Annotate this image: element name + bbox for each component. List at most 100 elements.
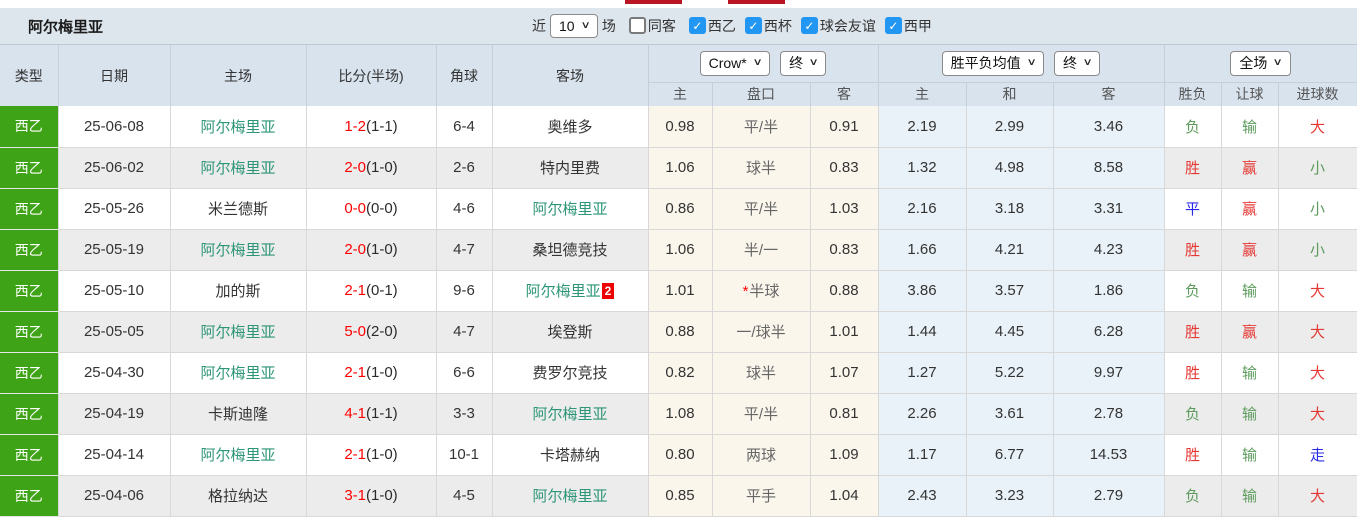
home-team-cell: 阿尔梅里亚 xyxy=(170,147,307,189)
handicap-cell: 平/半 xyxy=(712,106,811,148)
top-tab-indicator[interactable] xyxy=(625,0,682,4)
team-name[interactable]: 阿尔梅里亚 xyxy=(200,324,275,341)
result-value: 胜 xyxy=(1184,324,1200,341)
odds-time-select[interactable]: 终 ∨ xyxy=(780,50,827,76)
result-scope-value: 全场 xyxy=(1239,54,1268,71)
filter-group: 近 10 ∨ 场 同客 ✓ 西乙 ✓ 西杯 ✓ 球会友谊 ✓ 西甲 xyxy=(528,13,932,39)
header-date: 日期 xyxy=(58,45,171,106)
filter-checkbox-group: ✓ 西甲 xyxy=(884,16,932,36)
team-name[interactable]: 阿尔梅里亚 xyxy=(532,488,607,505)
handicap-cell: 平手 xyxy=(712,475,811,517)
handicap-cell: 平/半 xyxy=(712,188,811,230)
recent-count-select[interactable]: 10 ∨ xyxy=(550,13,598,39)
avg-home-cell: 2.26 xyxy=(878,393,967,435)
chevron-down-icon: ∨ xyxy=(808,57,819,69)
home-team-cell: 阿尔梅里亚 xyxy=(170,106,307,148)
avg-time-value: 终 xyxy=(1063,54,1077,71)
red-card-badge: 2 xyxy=(601,283,615,300)
team-name[interactable]: 阿尔梅里亚 xyxy=(200,447,275,464)
filter-checkboxes: 同客 ✓ 西乙 ✓ 西杯 ✓ 球会友谊 ✓ 西甲 xyxy=(620,16,932,36)
crow-home-odds-cell: 1.01 xyxy=(648,270,713,312)
avg-source-select[interactable]: 胜平负均值 ∨ xyxy=(941,50,1044,76)
top-tab-indicator[interactable] xyxy=(728,0,785,4)
crow-away-odds-cell: 0.88 xyxy=(810,270,879,312)
filter-bar: 阿尔梅里亚 近 10 ∨ 场 同客 ✓ 西乙 ✓ 西杯 ✓ 球会友谊 ✓ 西甲 xyxy=(0,8,1357,45)
home-team-cell: 加的斯 xyxy=(170,270,307,312)
score-cell: 2-0(1-0) xyxy=(306,147,437,189)
team-name: 格拉纳达 xyxy=(207,488,268,505)
halftime-score: (0-0) xyxy=(366,200,398,217)
avg-draw-cell: 4.45 xyxy=(966,311,1054,353)
fulltime-score: 5-0 xyxy=(344,323,366,340)
crow-away-odds-cell: 1.04 xyxy=(810,475,879,517)
halftime-score: (1-0) xyxy=(366,487,398,504)
avg-home-cell: 2.16 xyxy=(878,188,967,230)
filter-checkbox-label: 西杯 xyxy=(763,17,792,34)
team-name[interactable]: 阿尔梅里亚 xyxy=(200,119,275,136)
result-scope-select[interactable]: 全场 ∨ xyxy=(1230,50,1291,76)
halftime-score: (2-0) xyxy=(366,323,398,340)
home-team-cell: 阿尔梅里亚 xyxy=(170,229,307,271)
halftime-score: (1-0) xyxy=(366,446,398,463)
avg-time-select[interactable]: 终 ∨ xyxy=(1054,50,1101,76)
recent-label: 近 xyxy=(532,17,546,34)
team-name[interactable]: 阿尔梅里亚 xyxy=(532,201,607,218)
table-row: 西乙 25-05-10 加的斯 2-1(0-1) 9-6 阿尔梅里亚 2 1.01 *半球 0.8… xyxy=(0,270,1357,312)
team-name: 加的斯 xyxy=(215,283,261,300)
avg-away-cell: 3.31 xyxy=(1053,188,1165,230)
match-rows: 西乙 25-06-08 阿尔梅里亚 1-2(1-1) 6-4 奥维多 0.98 平/半 0.91… xyxy=(0,106,1357,517)
team-name[interactable]: 阿尔梅里亚 xyxy=(532,406,607,423)
checkbox-checked-icon[interactable]: ✓ xyxy=(884,17,902,35)
subheader-crow-away: 客 xyxy=(810,82,879,106)
handicap-result-cell: 赢 xyxy=(1221,188,1279,230)
odds-source-select[interactable]: Crow* ∨ xyxy=(699,50,771,76)
score-cell: 0-0(0-0) xyxy=(306,188,437,230)
filter-checkbox-label: 西乙 xyxy=(707,17,736,34)
team-name[interactable]: 阿尔梅里亚 xyxy=(200,365,275,382)
avg-draw-cell: 3.18 xyxy=(966,188,1054,230)
team-name: 米兰德斯 xyxy=(207,201,268,218)
wdl-result-cell: 胜 xyxy=(1164,311,1222,353)
result-value: 胜 xyxy=(1184,242,1200,259)
date-cell: 25-04-30 xyxy=(58,352,171,394)
checkbox-checked-icon[interactable]: ✓ xyxy=(800,17,818,35)
away-team-cell: 奥维多 xyxy=(492,106,649,148)
handicap-cell: 球半 xyxy=(712,147,811,189)
handicap-result-cell: 赢 xyxy=(1221,311,1279,353)
team-name[interactable]: 阿尔梅里亚 xyxy=(526,283,601,300)
handicap-result-cell: 输 xyxy=(1221,393,1279,435)
chevron-down-icon: ∨ xyxy=(752,57,763,69)
checkbox-checked-icon[interactable]: ✓ xyxy=(744,17,762,35)
result-value: 负 xyxy=(1184,118,1200,136)
avg-draw-cell: 3.57 xyxy=(966,270,1054,312)
team-name[interactable]: 阿尔梅里亚 xyxy=(200,242,275,259)
goals-result-cell: 大 xyxy=(1278,311,1357,353)
avg-away-cell: 9.97 xyxy=(1053,352,1165,394)
avg-home-cell: 1.66 xyxy=(878,229,967,271)
away-team-cell: 埃登斯 xyxy=(492,311,649,353)
avg-home-cell: 2.19 xyxy=(878,106,967,148)
corners-cell: 10-1 xyxy=(436,434,493,476)
handicap-result-cell: 输 xyxy=(1221,434,1279,476)
filter-checkbox-group: ✓ 西乙 xyxy=(688,16,736,36)
checkbox-checked-icon[interactable]: ✓ xyxy=(688,17,706,35)
avg-home-cell: 3.86 xyxy=(878,270,967,312)
checkbox-unchecked-icon[interactable] xyxy=(628,17,646,35)
handicap-cell: 两球 xyxy=(712,434,811,476)
team-name[interactable]: 阿尔梅里亚 xyxy=(200,160,275,177)
away-team-cell: 阿尔梅里亚 xyxy=(492,393,649,435)
fulltime-score: 3-1 xyxy=(344,487,366,504)
fulltime-score: 2-0 xyxy=(344,159,366,176)
wdl-result-cell: 胜 xyxy=(1164,229,1222,271)
result-value: 赢 xyxy=(1241,160,1257,177)
avg-away-cell: 1.86 xyxy=(1053,270,1165,312)
goals-result-cell: 小 xyxy=(1278,229,1357,271)
score-cell: 5-0(2-0) xyxy=(306,311,437,353)
away-team-cell: 阿尔梅里亚 2 xyxy=(492,270,649,312)
result-value: 小 xyxy=(1310,201,1326,218)
away-team-cell: 阿尔梅里亚 xyxy=(492,475,649,517)
date-cell: 25-05-19 xyxy=(58,229,171,271)
score-cell: 2-1(1-0) xyxy=(306,434,437,476)
goals-result-cell: 小 xyxy=(1278,147,1357,189)
goals-result-cell: 大 xyxy=(1278,475,1357,517)
